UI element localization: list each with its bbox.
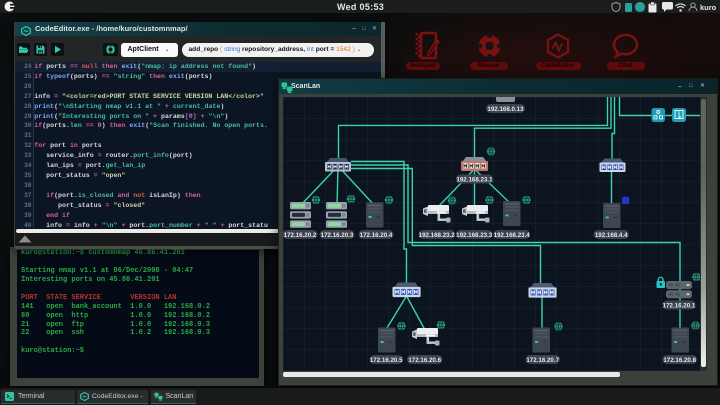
svg-text:172.16.20.6: 172.16.20.6 bbox=[408, 357, 441, 364]
svg-text:172.16.20.7: 172.16.20.7 bbox=[526, 357, 559, 364]
svg-text:192.168.4.4: 192.168.4.4 bbox=[595, 232, 628, 239]
svg-text:172.16.20.2: 172.16.20.2 bbox=[284, 232, 317, 239]
svg-text:172.16.20.3: 172.16.20.3 bbox=[321, 232, 354, 239]
svg-text:172.16.20.4: 172.16.20.4 bbox=[360, 232, 393, 239]
svg-text:192.168.0.13: 192.168.0.13 bbox=[487, 106, 524, 113]
svg-text:192.168.23.2: 192.168.23.2 bbox=[419, 232, 456, 239]
svg-text:172.16.20.1: 172.16.20.1 bbox=[663, 302, 696, 309]
svg-text:192.168.23.3: 192.168.23.3 bbox=[456, 232, 493, 239]
svg-text:192.168.23.1: 192.168.23.1 bbox=[456, 176, 493, 183]
svg-text:192.168.23.4: 192.168.23.4 bbox=[494, 232, 531, 239]
svg-text:172.16.20.5: 172.16.20.5 bbox=[370, 357, 403, 364]
svg-text:172.16.20.8: 172.16.20.8 bbox=[663, 357, 696, 364]
